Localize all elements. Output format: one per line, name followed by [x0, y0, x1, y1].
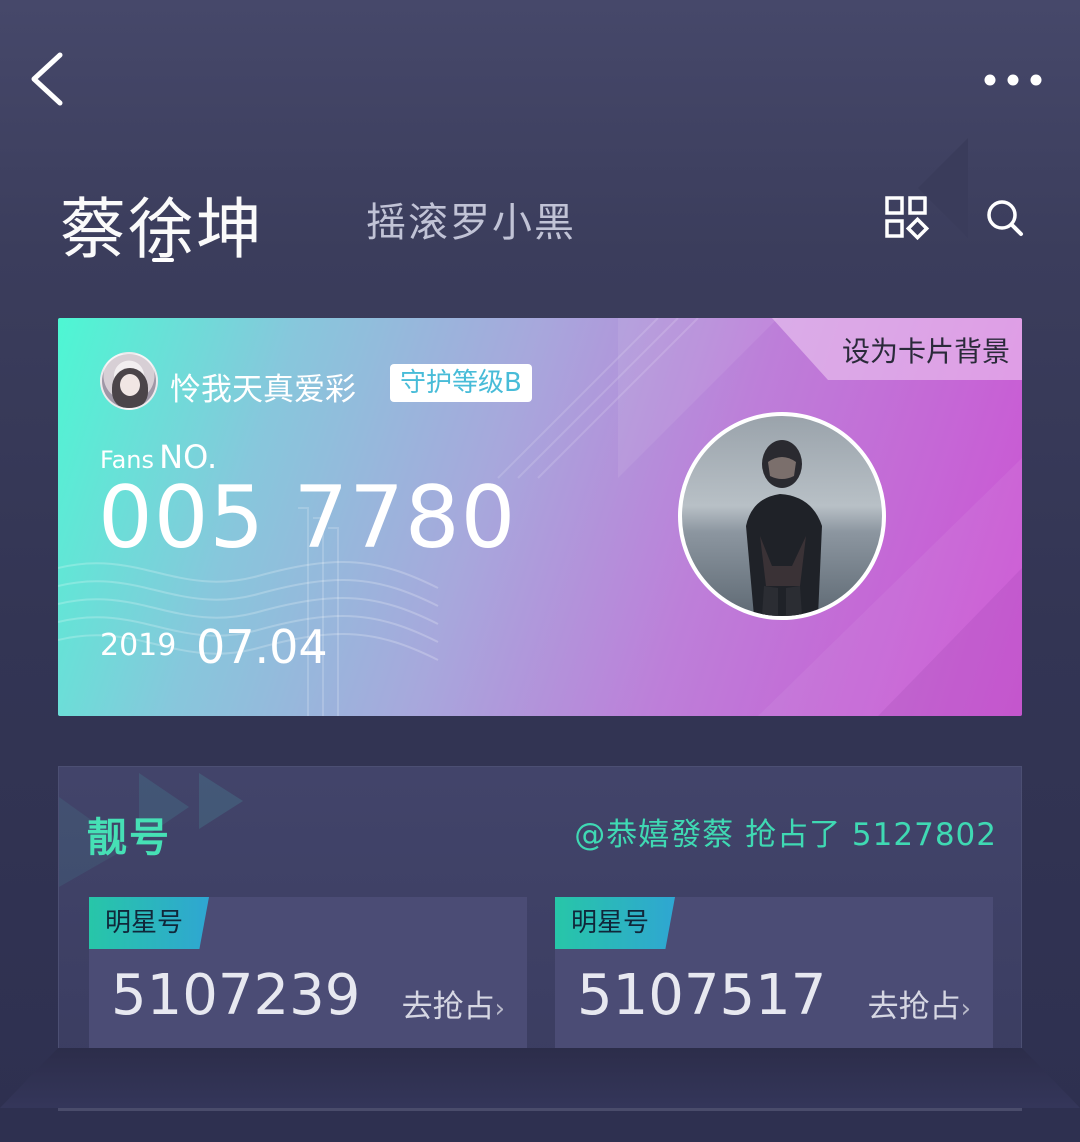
back-button[interactable] [24, 45, 80, 115]
section-title: 靓号 [87, 815, 171, 861]
fans-number: 005 7780 [98, 468, 517, 568]
grab-button-label: 去抢占 [867, 989, 961, 1025]
grab-notice: @恭嬉發蔡 抢占了 5127802 [574, 817, 997, 853]
back-icon [31, 52, 63, 106]
secondary-name-tab[interactable]: 摇滚罗小黑 [366, 190, 576, 248]
join-date-day: 07.04 [196, 620, 328, 674]
qr-grid-icon [885, 196, 930, 241]
more-button[interactable] [976, 62, 1052, 98]
join-date-year: 2019 [100, 628, 177, 663]
grab-button-label: 去抢占 [401, 989, 495, 1025]
pretty-number-value: 5107517 [577, 963, 827, 1028]
more-icon [984, 74, 1042, 86]
search-icon [987, 200, 1023, 236]
star-number-tag: 明星号 [555, 897, 675, 949]
active-tab-indicator [152, 258, 174, 262]
pretty-number-value: 5107239 [111, 963, 361, 1028]
section-floor-shadow [0, 1048, 1080, 1108]
bottom-divider [58, 1108, 1022, 1111]
fan-avatar [100, 352, 158, 410]
guard-level-badge: 守护等级B [390, 364, 532, 402]
search-button[interactable] [980, 194, 1030, 242]
fan-card: 设为卡片背景 怜我天真爱彩 守护等级B Fans NO. 005 7780 20… [58, 318, 1022, 716]
qr-grid-button[interactable] [882, 194, 932, 242]
pretty-number-card[interactable]: 明星号 5107239 去抢占› [89, 897, 527, 1069]
chevron-right-icon: › [494, 994, 505, 1024]
grab-button[interactable]: 去抢占› [402, 981, 505, 1026]
fan-name: 怜我天真爱彩 [170, 372, 356, 408]
star-avatar [678, 412, 886, 620]
star-number-tag: 明星号 [89, 897, 209, 949]
pretty-number-card[interactable]: 明星号 5107517 去抢占› [555, 897, 993, 1069]
chevron-right-icon: › [960, 994, 971, 1024]
grab-button[interactable]: 去抢占› [868, 981, 971, 1026]
